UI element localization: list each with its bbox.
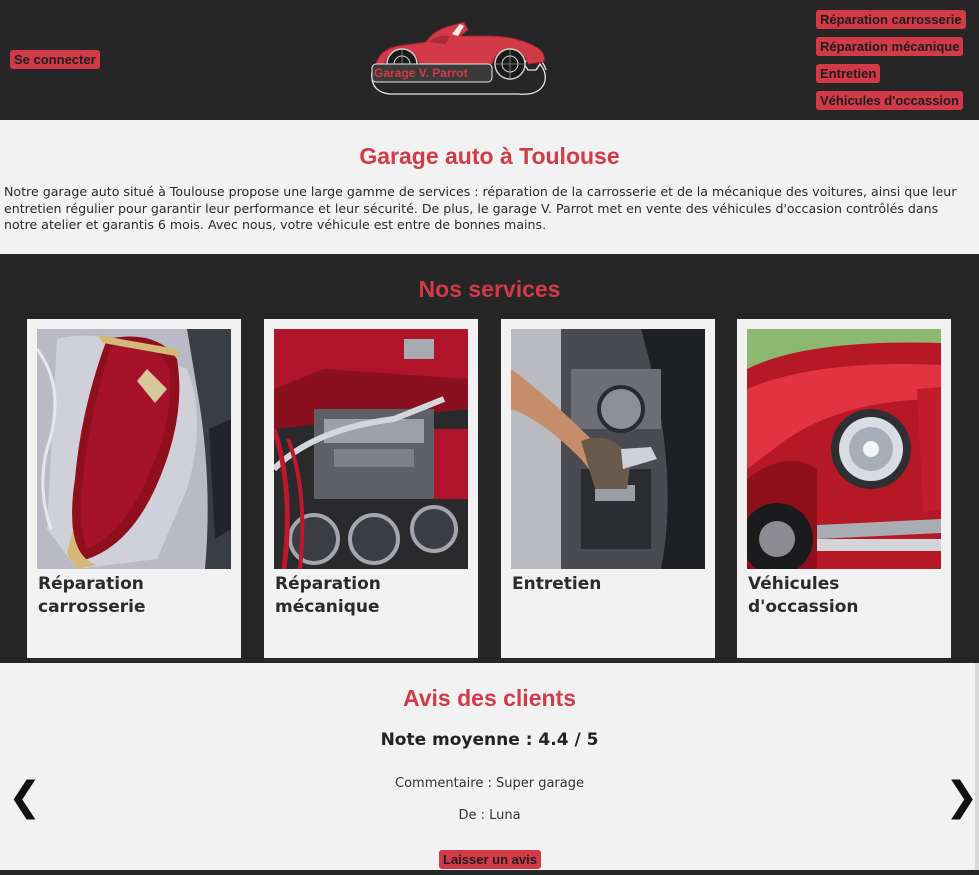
nav-mechanics-button[interactable]: Réparation mécanique — [816, 37, 964, 56]
average-rating: Note moyenne : 4.4 / 5 — [380, 730, 599, 750]
nav-used-vehicles-button[interactable]: Véhicules d'occassion — [816, 91, 963, 110]
bodywork-photo — [37, 329, 231, 569]
nav-maintenance-button[interactable]: Entretien — [816, 64, 881, 83]
service-card-title: Réparation carrosserie — [38, 574, 146, 617]
prev-review-arrow-icon[interactable]: ❮ — [8, 777, 42, 817]
service-card-title: Entretien — [512, 574, 602, 594]
service-card-bodywork[interactable]: Réparation carrosserie — [27, 319, 241, 658]
nav-bodywork-button[interactable]: Réparation carrosserie — [816, 10, 966, 29]
service-card-used-vehicles[interactable]: Véhicules d'occassion — [737, 319, 951, 658]
intro-section: Garage auto à Toulouse Notre garage auto… — [0, 120, 979, 254]
next-review-arrow-icon[interactable]: ❯ — [945, 777, 979, 817]
service-card-maintenance[interactable]: Entretien — [501, 319, 715, 658]
maintenance-photo — [511, 329, 705, 569]
review-author: De : Luna — [458, 808, 521, 823]
intro-title: Garage auto à Toulouse — [359, 143, 620, 169]
review-comment: Commentaire : Super garage — [395, 776, 584, 791]
services-title: Nos services — [418, 276, 561, 302]
login-button[interactable]: Se connecter — [10, 50, 100, 69]
service-card-mechanics[interactable]: Réparation mécanique — [264, 319, 478, 658]
intro-text: Notre garage auto situé à Toulouse propo… — [4, 184, 957, 232]
service-card-title: Réparation mécanique — [275, 574, 381, 617]
logo-text: Garage V. Parrot — [374, 66, 468, 80]
site-header: Se connecter Garage V. Parrot Réparation… — [0, 0, 979, 120]
engine-photo — [274, 329, 468, 569]
leave-review-button[interactable]: Laisser un avis — [439, 850, 541, 869]
services-section: Nos services Réparation carrosserie Répa… — [0, 254, 979, 663]
scrollbar[interactable] — [975, 663, 979, 870]
reviews-section: Avis des clients Note moyenne : 4.4 / 5 … — [0, 663, 979, 875]
service-card-title: Véhicules d'occassion — [748, 574, 859, 617]
red-car-photo — [747, 329, 941, 569]
reviews-title: Avis des clients — [402, 685, 576, 711]
garage-logo[interactable] — [368, 20, 550, 100]
footer-edge — [0, 870, 979, 875]
